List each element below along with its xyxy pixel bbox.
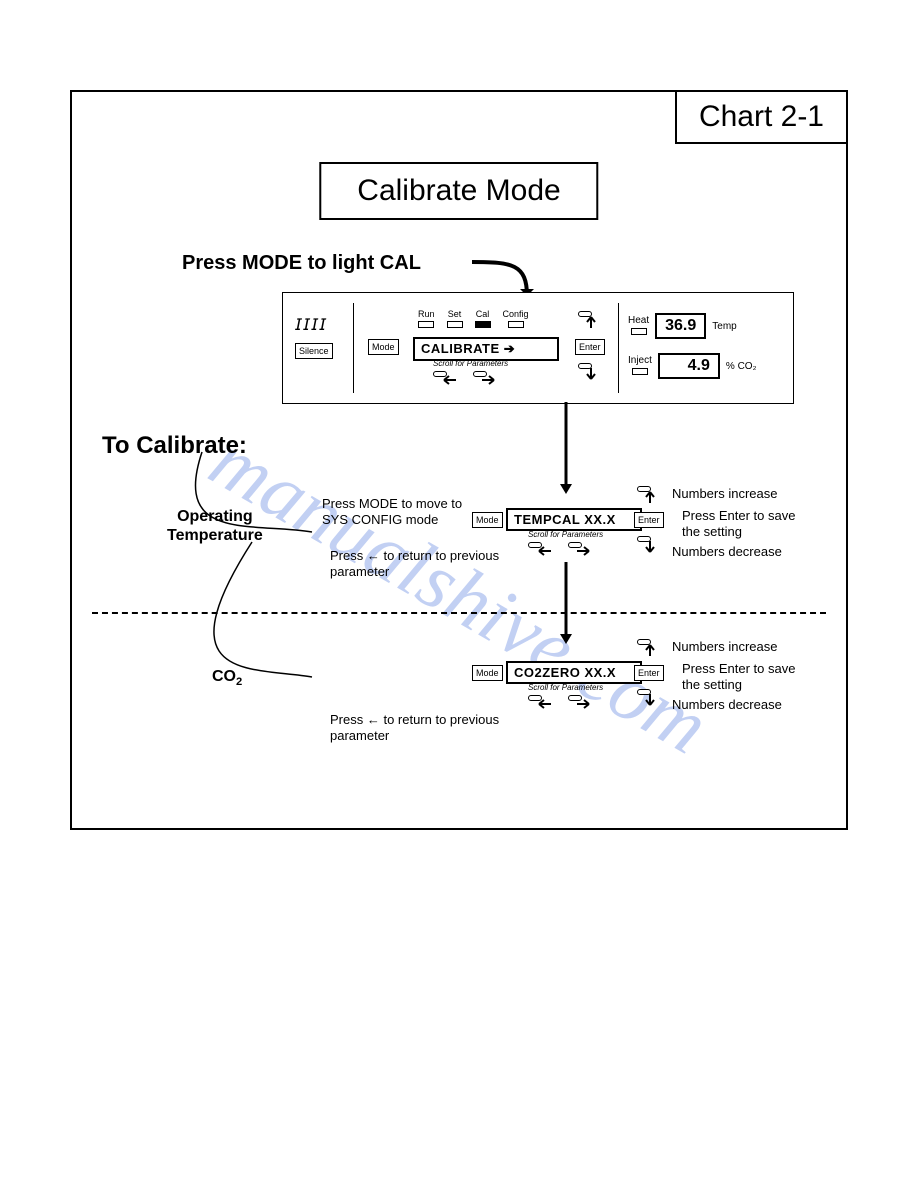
co2-text: CO (212, 668, 236, 685)
step2-down-note: Numbers decrease (672, 697, 782, 713)
mode-button[interactable]: Mode (368, 339, 399, 355)
control-panel: 𝘐𝘐𝘐𝘐 Silence Mode Run Set Cal Config CAL… (282, 292, 794, 404)
diagram-frame: Chart 2-1 Calibrate Mode Press MODE to l… (70, 90, 848, 830)
step2-up-button[interactable] (637, 639, 651, 645)
temp-label: Temp (712, 321, 736, 332)
chart-number-label: Chart 2-1 (675, 90, 848, 144)
section-operating-temperature: Operating Temperature (167, 507, 263, 545)
step2-enter-button[interactable]: Enter (634, 665, 664, 681)
scroll-left-button[interactable] (433, 371, 447, 377)
co2-label: % CO₂ (726, 361, 757, 372)
heat-led (631, 328, 647, 335)
silence-button[interactable]: Silence (295, 343, 333, 359)
led-row: Run Set Cal Config (418, 309, 529, 330)
led-label-run: Run (418, 309, 435, 319)
alarm-icon: 𝘐𝘐𝘐𝘐 (295, 315, 350, 335)
inject-led (632, 368, 648, 375)
step1-left-button[interactable] (528, 542, 542, 548)
step2-left-button[interactable] (528, 695, 542, 701)
inject-label: Inject (628, 355, 652, 366)
step1-right-button[interactable] (568, 542, 582, 548)
co2-subscript: 2 (236, 676, 242, 688)
main-display: CALIBRATE ➔ (413, 337, 559, 361)
heat-readout-row: Heat 36.9 Temp (628, 313, 737, 339)
step2-mode-button[interactable]: Mode (472, 665, 503, 681)
up-button[interactable] (578, 311, 592, 317)
temp-value: 36.9 (655, 313, 706, 339)
section-co2: CO2 (212, 667, 242, 690)
mode-config-note: Press MODE to move to SYS CONFIG mode (322, 496, 472, 529)
step2-right-button[interactable] (568, 695, 582, 701)
heat-label: Heat (628, 315, 649, 326)
arrow-panel-to-step1 (560, 402, 580, 502)
led-label-config: Config (503, 309, 529, 319)
led-config (508, 321, 524, 328)
enter-button[interactable]: Enter (575, 339, 605, 355)
step2-return-note: Press ← to return to previous parameter (330, 712, 510, 745)
led-run (418, 321, 434, 328)
step2-scroll-hint: Scroll for Parameters (528, 683, 603, 692)
step2-display: CO2ZERO XX.X (506, 661, 642, 684)
diagram-title: Calibrate Mode (319, 162, 598, 220)
led-label-cal: Cal (476, 309, 490, 319)
step1-display: TEMPCAL XX.X (506, 508, 642, 531)
scroll-right-button[interactable] (473, 371, 487, 377)
led-label-set: Set (448, 309, 462, 319)
inject-readout-row: Inject 4.9 % CO₂ (628, 353, 756, 379)
step1-up-note: Numbers increase (672, 486, 778, 502)
silence-group: 𝘐𝘐𝘐𝘐 Silence (295, 315, 350, 359)
step2-up-note: Numbers increase (672, 639, 778, 655)
section-divider (92, 612, 826, 614)
arrow-step1-to-step2 (560, 562, 580, 652)
down-button[interactable] (578, 363, 592, 369)
led-cal (475, 321, 491, 328)
scroll-hint: Scroll for Parameters (433, 359, 508, 368)
step1-up-button[interactable] (637, 486, 651, 492)
step1-down-button[interactable] (637, 536, 651, 542)
step1-mode-button[interactable]: Mode (472, 512, 503, 528)
step1-enter-button[interactable]: Enter (634, 512, 664, 528)
step1-scroll-hint: Scroll for Parameters (528, 530, 603, 539)
step1-enter-note: Press Enter to save the setting (682, 508, 802, 541)
step1-return-note: Press ← to return to previous parameter (330, 548, 510, 581)
step1-down-note: Numbers decrease (672, 544, 782, 560)
step2-down-button[interactable] (637, 689, 651, 695)
instruction-press-mode: Press MODE to light CAL (182, 252, 421, 275)
co2-value: 4.9 (658, 353, 720, 379)
step2-enter-note: Press Enter to save the setting (682, 661, 802, 694)
led-set (447, 321, 463, 328)
